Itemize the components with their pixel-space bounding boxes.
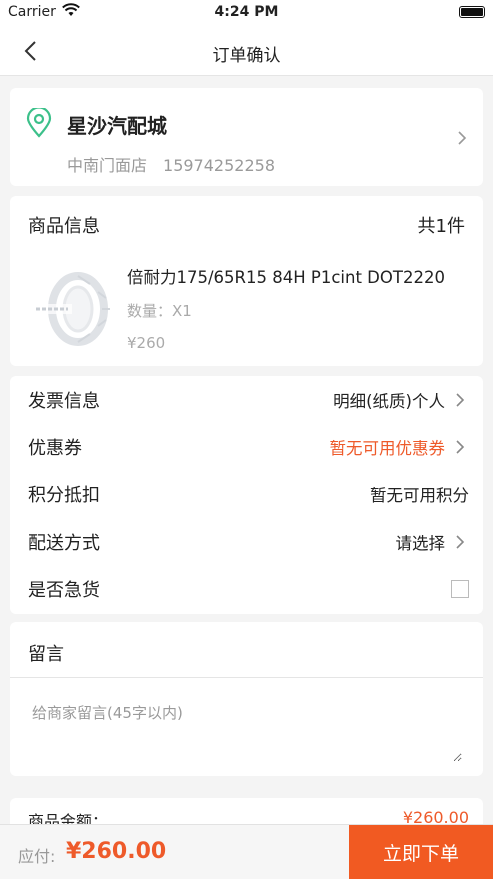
goods-header: 商品信息 [28,216,100,237]
product-name: 倍耐力175/65R15 84H P1cint DOT2220 [127,268,445,287]
tire-thumbnail [32,272,110,346]
message-card: 留言 [10,622,483,776]
urgent-label: 是否急货 [28,580,100,601]
chevron-right-icon [456,393,465,407]
phone-number: 15974252258 [163,156,275,175]
message-header: 留言 [28,644,64,665]
bottom-bar: 应付: ¥260.00 立即下单 [0,824,493,879]
chevron-right-icon [456,440,465,454]
battery-icon [459,6,485,18]
nav-bar: 订单确认 [0,26,493,76]
points-value: 暂无可用积分 [370,486,469,505]
store-name: 中南门面店 [67,156,148,175]
options-card: 发票信息 明细(纸质)个人 优惠券 暂无可用优惠券 积分抵扣 暂无可用积分 配送… [10,376,483,614]
address-card[interactable]: 星沙汽配城 中南门面店 15974252258 [10,88,483,186]
invoice-row[interactable]: 发票信息 明细(纸质)个人 [10,376,483,424]
delivery-label: 配送方式 [28,533,100,554]
urgent-row: 是否急货 [10,565,483,613]
delivery-row[interactable]: 配送方式 请选择 [10,518,483,566]
chevron-right-icon [458,131,467,145]
goods-count: 共1件 [417,216,465,237]
place-order-button[interactable]: 立即下单 [349,825,493,879]
location-pin-icon [26,108,52,138]
delivery-value: 请选择 [395,534,446,553]
status-bar: Carrier 4:24 PM [0,0,493,26]
urgent-checkbox[interactable] [451,580,469,598]
points-label: 积分抵扣 [28,485,100,506]
chevron-right-icon [456,535,465,549]
goods-card: 商品信息 共1件 倍耐力175/65R15 84H P1cint DOT2220… [10,196,483,366]
points-row: 积分抵扣 暂无可用积分 [10,470,483,518]
coupon-row[interactable]: 优惠券 暂无可用优惠券 [10,423,483,471]
page-title: 订单确认 [212,46,281,66]
coupon-label: 优惠券 [28,438,82,459]
divider [10,677,483,678]
invoice-label: 发票信息 [28,391,100,412]
coupon-value: 暂无可用优惠券 [329,439,446,458]
payable-label: 应付: [18,847,56,866]
product-quantity: 数量：X1 [127,302,192,320]
address-name: 星沙汽配城 [67,114,167,138]
address-detail: 中南门面店 15974252258 [67,152,275,176]
invoice-value: 明细(纸质)个人 [333,392,445,411]
payable-amount: ¥260.00 [66,839,167,864]
status-time: 4:24 PM [214,4,279,20]
message-input[interactable] [32,702,462,762]
product-price: ¥260 [127,334,166,352]
